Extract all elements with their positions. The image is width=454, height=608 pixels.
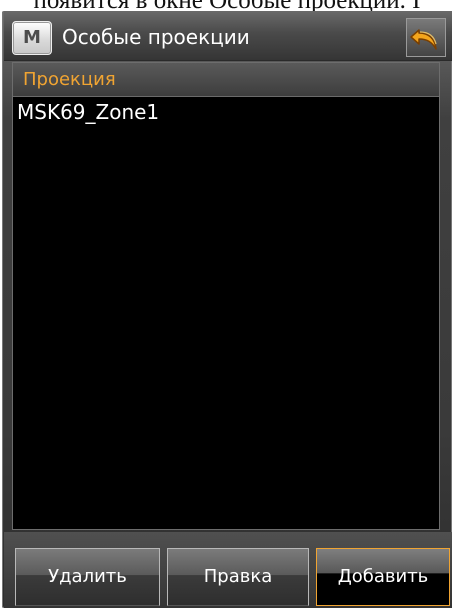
- window-title: Особые проекции: [62, 25, 250, 49]
- projection-list-item[interactable]: MSK69_Zone1: [13, 97, 439, 127]
- projection-column-header: Проекция: [13, 63, 439, 97]
- projection-column-label: Проекция: [23, 69, 116, 90]
- bottom-action-bar: Удалить Правка Добавить: [4, 532, 452, 608]
- projection-list-body: MSK69_Zone1: [13, 97, 439, 529]
- menu-button[interactable]: М: [12, 21, 52, 55]
- delete-button[interactable]: Удалить: [15, 548, 160, 606]
- projection-list[interactable]: Проекция MSK69_Zone1: [12, 62, 440, 530]
- edit-button[interactable]: Правка: [167, 548, 309, 606]
- window-titlebar: М Особые проекции: [4, 11, 452, 61]
- special-projections-window: М Особые проекции Проекция MSK69_Zone1 У…: [2, 11, 452, 608]
- projection-name: MSK69_Zone1: [17, 100, 160, 124]
- add-button[interactable]: Добавить: [316, 548, 450, 606]
- back-arrow-icon: [410, 29, 437, 50]
- menu-m-icon: М: [23, 27, 41, 48]
- back-button[interactable]: [406, 18, 446, 57]
